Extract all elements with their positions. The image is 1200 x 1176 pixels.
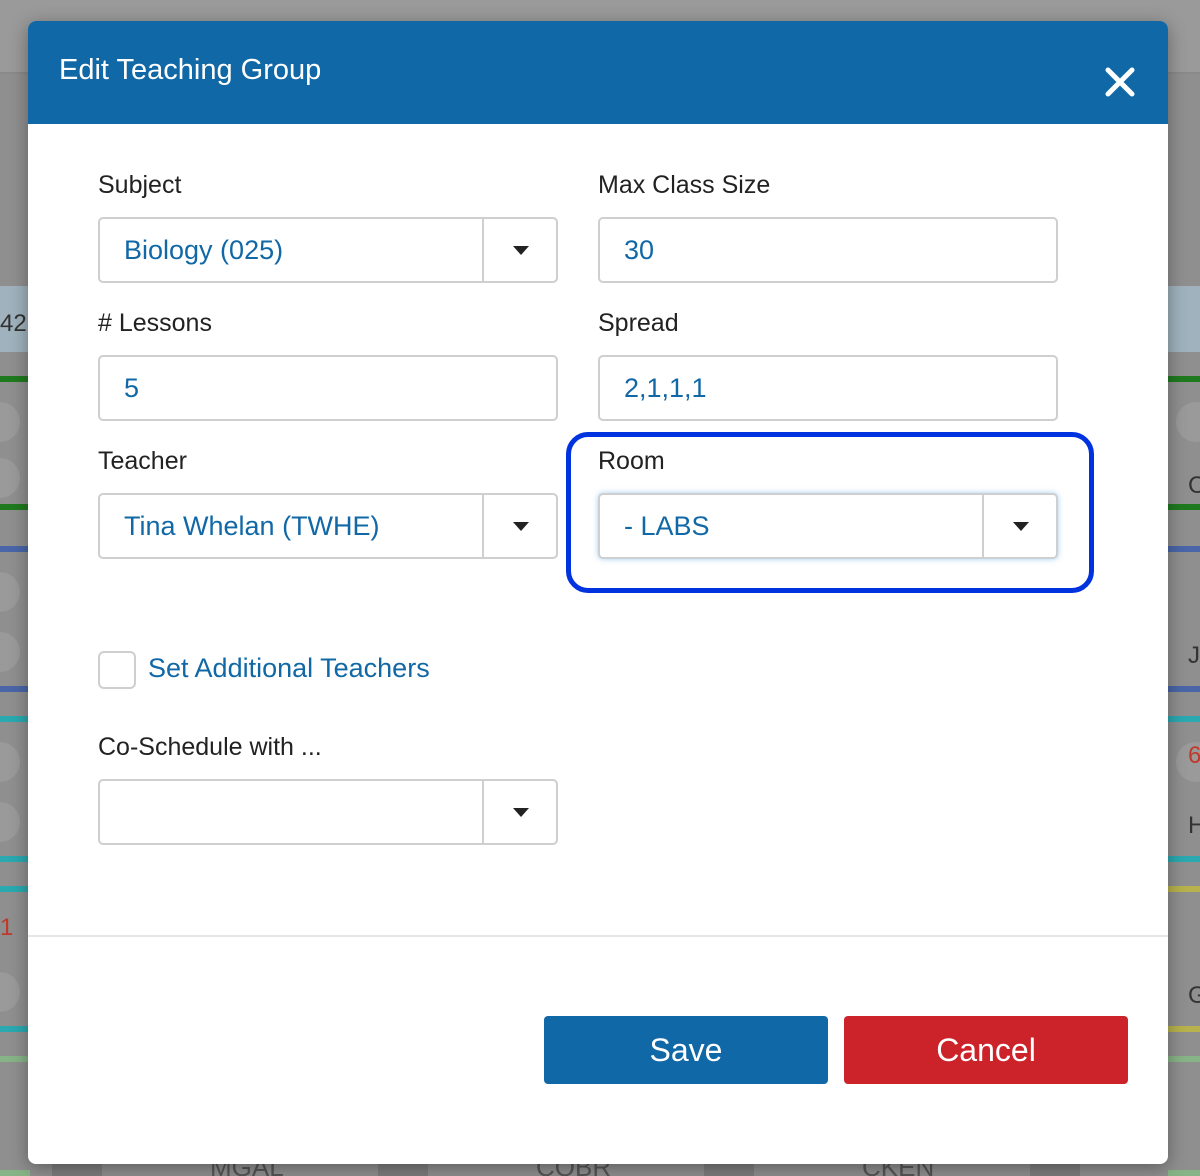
background-knob [0,632,20,672]
additional-teachers-label[interactable]: Set Additional Teachers [148,653,430,684]
background-card [0,716,30,862]
background-card [1168,716,1200,862]
max-class-size-label: Max Class Size [598,171,771,199]
background-knob [0,572,20,612]
cancel-button[interactable]: Cancel [844,1016,1128,1084]
background-card [0,886,30,1032]
room-label: Room [598,447,665,475]
background-knob [1176,402,1200,442]
co-schedule-select[interactable] [98,779,558,845]
background-card [1168,1056,1200,1176]
background-fragment: 42 [0,310,27,337]
spread-label: Spread [598,309,679,337]
background-knob [0,458,20,498]
lessons-value: 5 [124,373,140,403]
subject-value: Biology (025) [124,235,284,265]
teacher-value: Tina Whelan (TWHE) [124,511,380,541]
spread-value: 2,1,1,1 [624,373,707,403]
background-fragment: C [1188,472,1200,499]
spread-input[interactable]: 2,1,1,1 [598,355,1058,421]
co-schedule-label: Co-Schedule with ... [98,733,322,761]
background-card [0,376,30,510]
max-class-size-value: 30 [624,235,655,265]
teacher-label: Teacher [98,447,187,475]
room-value: - LABS [624,511,710,541]
teacher-dropdown-toggle[interactable] [482,495,556,557]
background-block [378,1162,428,1176]
subject-label: Subject [98,171,182,199]
background-knob [0,972,20,1012]
caret-down-icon [513,808,529,817]
lessons-input[interactable]: 5 [98,355,558,421]
room-dropdown-toggle[interactable] [982,495,1056,557]
background-card [0,1056,30,1176]
dialog-title: Edit Teaching Group [59,54,322,86]
background-card [1168,546,1200,692]
background-fragment: 6 [1188,742,1200,769]
background-block [52,1162,102,1176]
footer-divider [28,935,1168,937]
background-fragment: G [1188,982,1200,1009]
background-knob [0,802,20,842]
background-fragment: H [1188,812,1200,839]
background-block [704,1162,754,1176]
background-fragment: J [1188,642,1200,669]
max-class-size-input[interactable]: 30 [598,217,1058,283]
background-knob [0,742,20,782]
caret-down-icon [1013,522,1029,531]
save-button[interactable]: Save [544,1016,828,1084]
background-card [1168,886,1200,1032]
lessons-label: # Lessons [98,309,212,337]
subject-select[interactable]: Biology (025) [98,217,558,283]
co-schedule-dropdown-toggle[interactable] [482,781,556,843]
background-block [1030,1162,1080,1176]
background-card [1168,286,1200,352]
background-fragment: 1 [0,914,14,941]
dialog-header: Edit Teaching Group [28,21,1168,124]
background-card [0,546,30,692]
edit-teaching-group-dialog: Edit Teaching Group Subject Biology (025… [28,21,1168,1164]
teacher-select[interactable]: Tina Whelan (TWHE) [98,493,558,559]
subject-dropdown-toggle[interactable] [482,219,556,281]
caret-down-icon [513,522,529,531]
close-button[interactable] [1100,62,1140,102]
close-icon [1105,67,1135,97]
room-select[interactable]: - LABS [598,493,1058,559]
additional-teachers-checkbox[interactable] [98,651,136,689]
background-knob [0,402,20,442]
caret-down-icon [513,246,529,255]
